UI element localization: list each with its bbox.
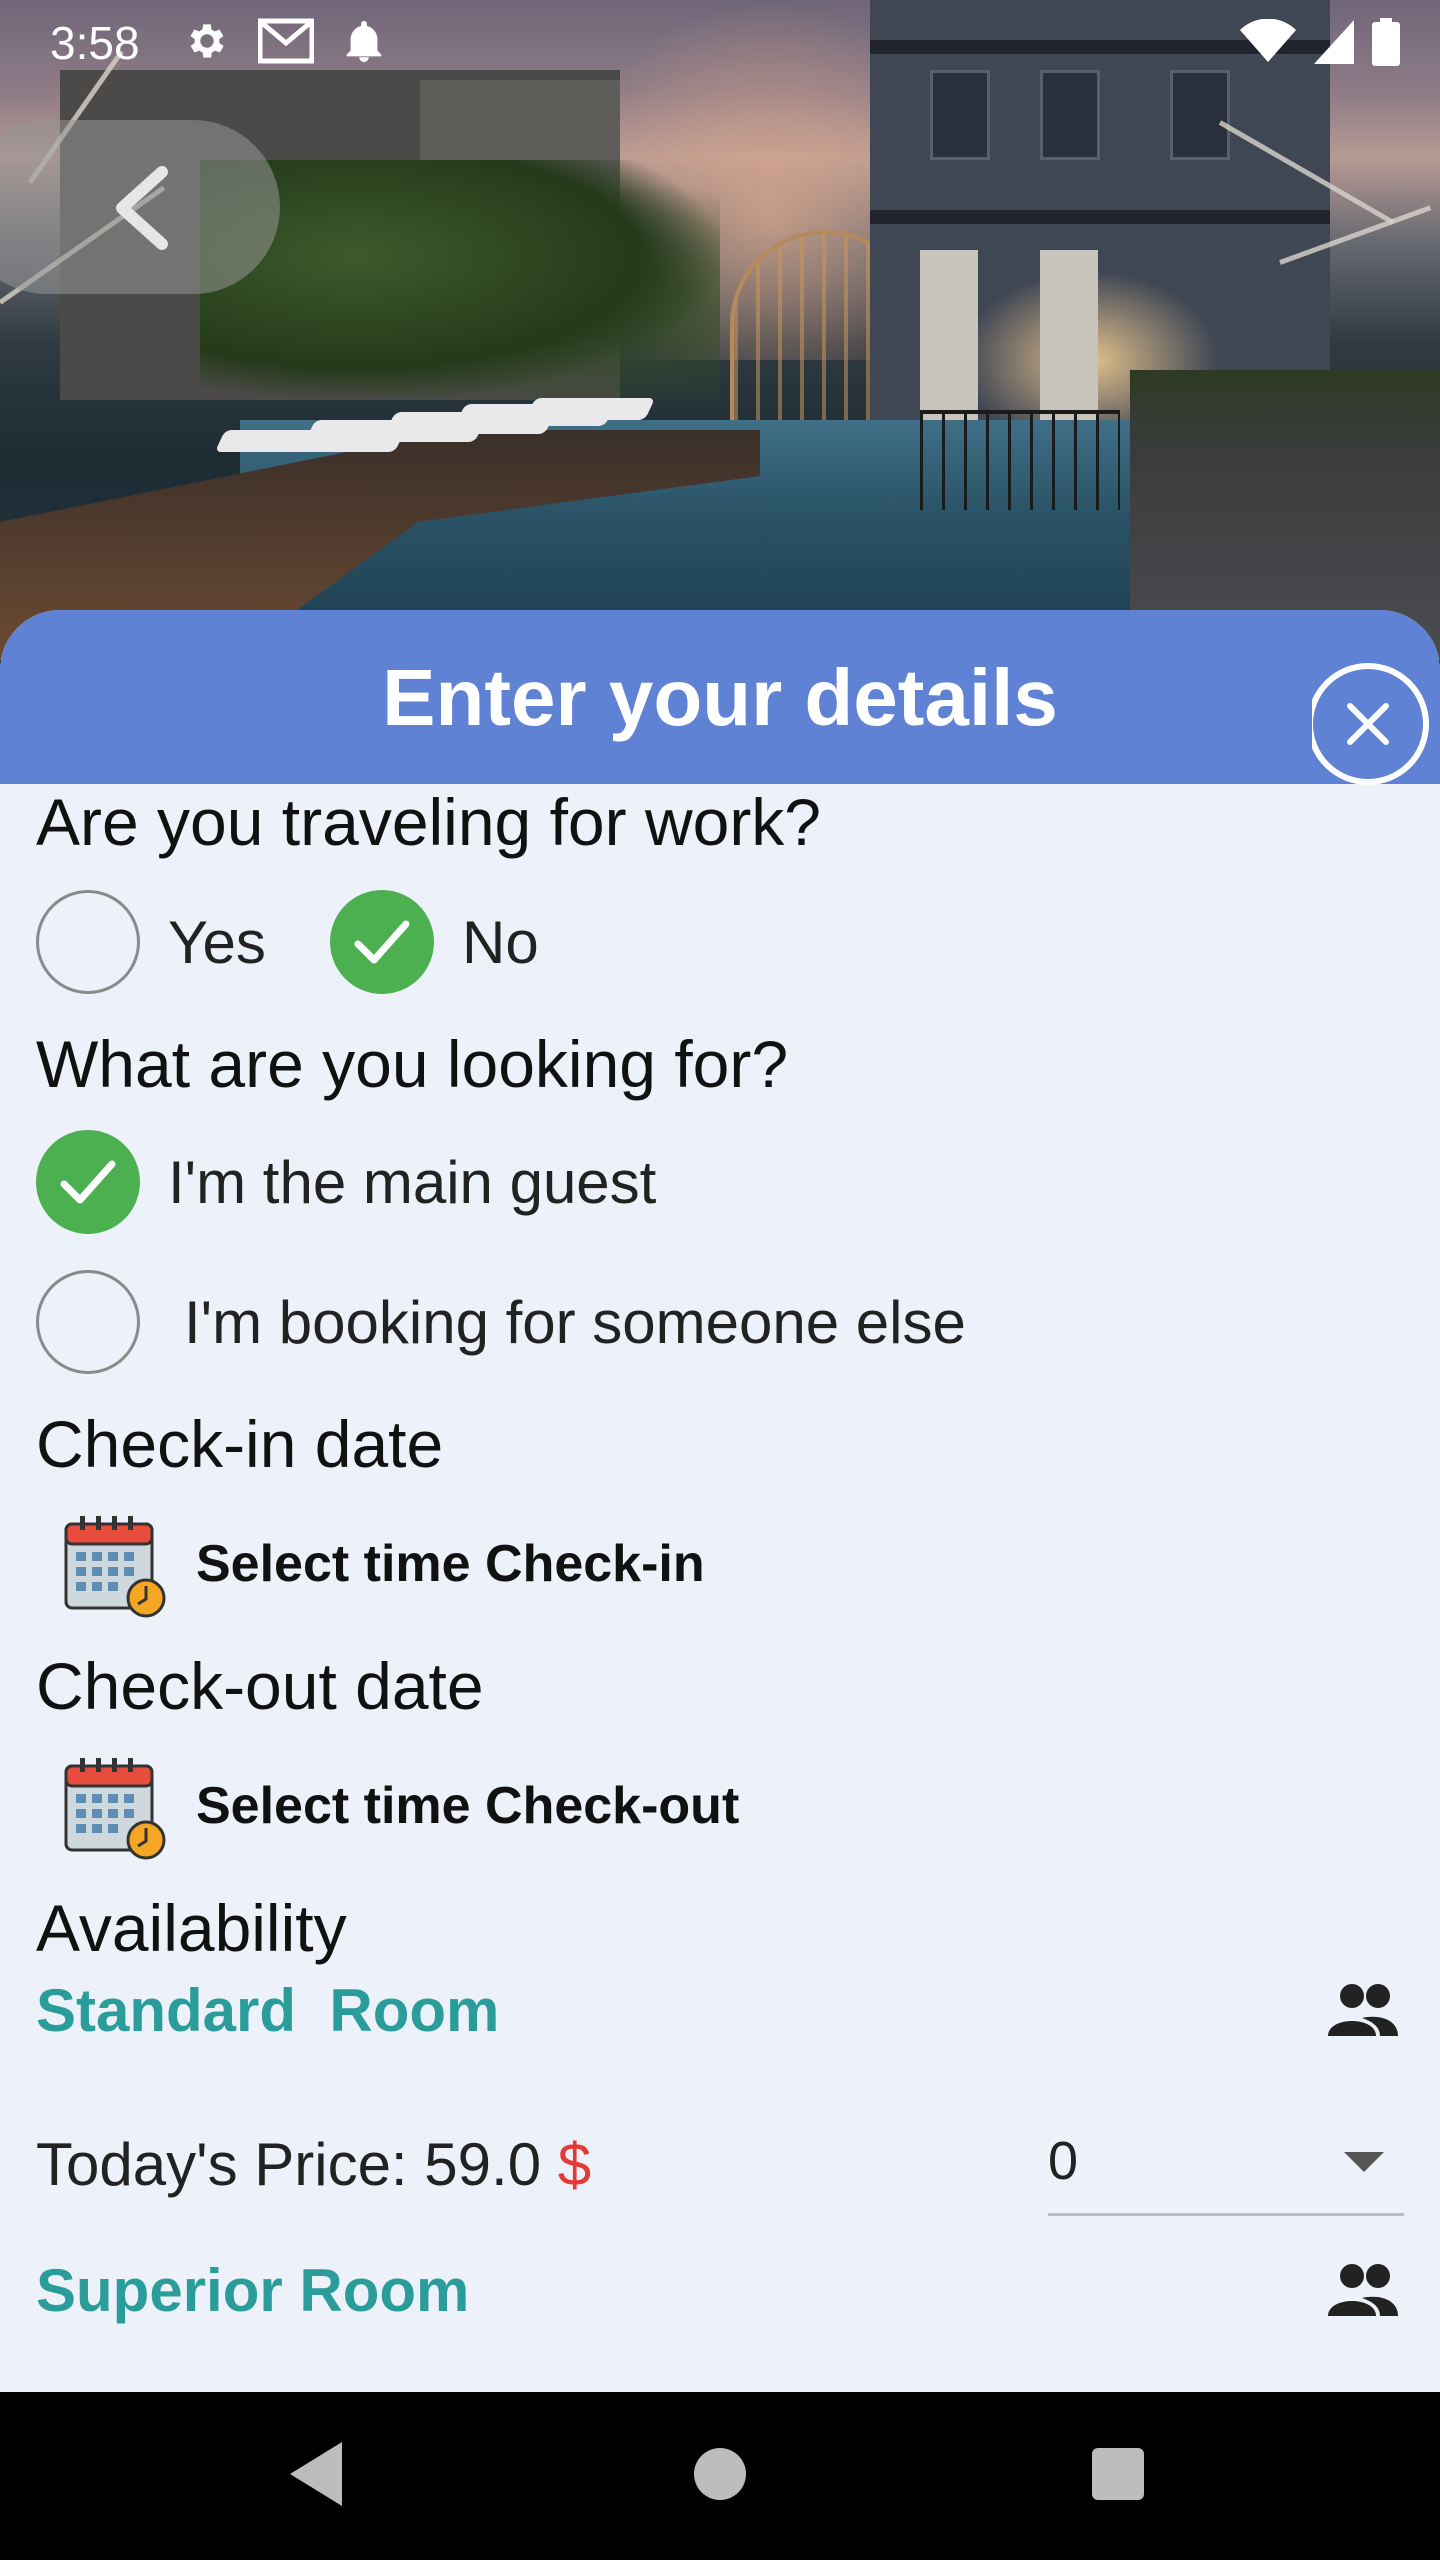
calendar-clock-icon bbox=[64, 1516, 166, 1618]
radio-someone-else[interactable] bbox=[36, 1270, 140, 1374]
option-main-guest-label[interactable]: I'm the main guest bbox=[168, 1148, 656, 1217]
checkin-select-button[interactable]: Select time Check-in bbox=[196, 1534, 705, 1594]
superior-room-title: Superior Room bbox=[36, 2257, 470, 2324]
quantity-value: 0 bbox=[1048, 2131, 1079, 2191]
lounger bbox=[524, 398, 656, 420]
calendar-clock-icon bbox=[64, 1758, 166, 1860]
checkout-label: Check-out date bbox=[36, 1649, 484, 1723]
people-icon bbox=[1328, 1984, 1398, 2036]
sheet-title: Enter your details bbox=[382, 653, 1058, 742]
hotel-hero-image bbox=[0, 0, 1440, 660]
notification-bell-icon bbox=[344, 18, 384, 69]
looking-question: What are you looking for? bbox=[36, 1027, 789, 1101]
price-value: 59.0 bbox=[424, 2131, 542, 2198]
room-quantity-dropdown[interactable]: 0 bbox=[1048, 2106, 1404, 2216]
back-chevron-icon bbox=[116, 166, 168, 250]
checkout-select-button[interactable]: Select time Check-out bbox=[196, 1776, 739, 1836]
people-icon bbox=[1328, 2264, 1398, 2316]
wifi-icon bbox=[1240, 18, 1296, 70]
radio-main-guest[interactable] bbox=[36, 1130, 140, 1234]
checkmark-icon bbox=[354, 920, 410, 964]
work-question: Are you traveling for work? bbox=[36, 785, 822, 859]
radio-no[interactable] bbox=[330, 890, 434, 994]
navigation-bar bbox=[0, 2392, 1440, 2560]
railing bbox=[920, 410, 1120, 510]
checkmark-icon bbox=[60, 1160, 116, 1204]
option-someone-else-label[interactable]: I'm booking for someone else bbox=[184, 1288, 966, 1357]
status-bar: 3:58 bbox=[0, 0, 1440, 84]
close-button[interactable] bbox=[1307, 656, 1440, 788]
availability-label: Availability bbox=[36, 1891, 347, 1965]
dropdown-arrow-icon bbox=[1344, 2152, 1384, 2172]
sheet-header: Enter your details bbox=[0, 610, 1440, 785]
gmail-icon bbox=[257, 18, 315, 69]
system-icons bbox=[1240, 18, 1400, 71]
checkin-label: Check-in date bbox=[36, 1407, 444, 1481]
close-circle-icon bbox=[1307, 663, 1429, 785]
nav-back-button[interactable] bbox=[290, 2442, 342, 2506]
cell-signal-icon bbox=[1314, 19, 1354, 70]
currency-symbol: $ bbox=[557, 2131, 592, 2198]
battery-icon bbox=[1372, 18, 1400, 71]
price-prefix: Today's Price: bbox=[36, 2131, 425, 2198]
option-yes-label[interactable]: Yes bbox=[168, 908, 266, 977]
status-time: 3:58 bbox=[50, 17, 140, 69]
details-sheet: Enter your details Are you traveling for… bbox=[0, 610, 1440, 2392]
back-button[interactable] bbox=[0, 120, 280, 294]
todays-price: Today's Price: 59.0 $ bbox=[36, 2130, 591, 2199]
nav-recents-button[interactable] bbox=[1092, 2448, 1144, 2500]
standard-room-title: Standard Room bbox=[36, 1977, 500, 2044]
settings-icon bbox=[184, 18, 230, 69]
radio-yes[interactable] bbox=[36, 890, 140, 994]
option-no-label[interactable]: No bbox=[462, 908, 539, 977]
nav-home-button[interactable] bbox=[694, 2448, 746, 2500]
